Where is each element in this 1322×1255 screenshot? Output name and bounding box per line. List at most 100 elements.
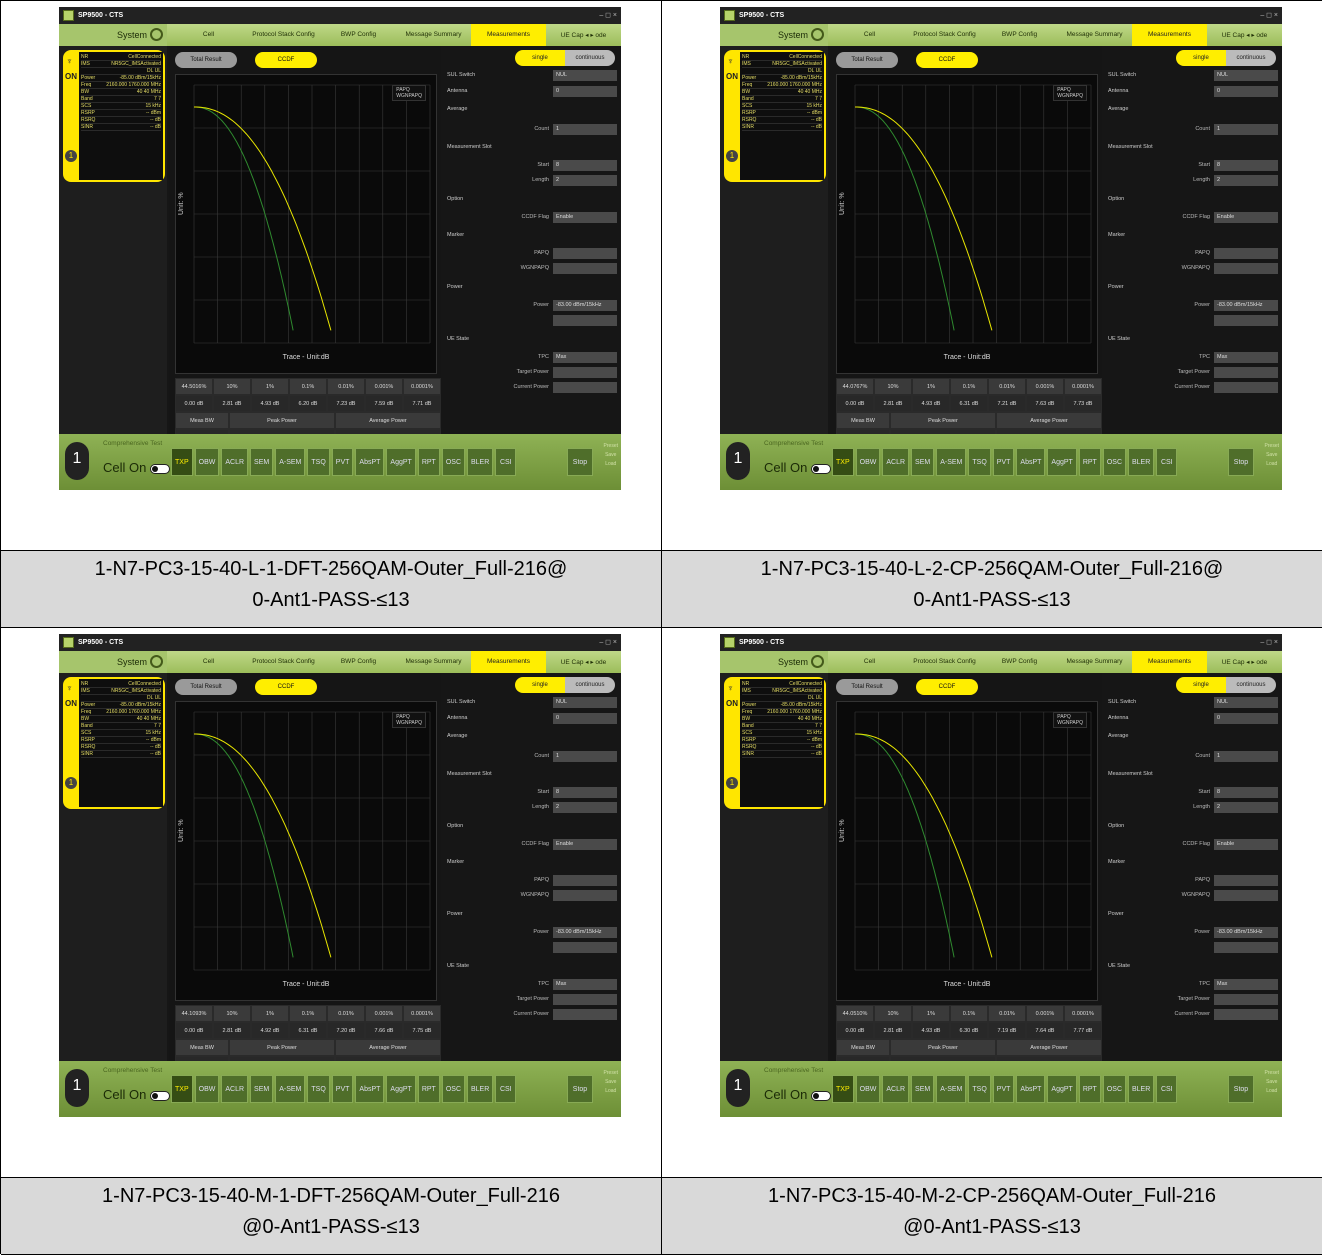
osc-button[interactable]: OSC — [441, 448, 465, 476]
tab-cell[interactable]: Cell — [832, 651, 907, 673]
comprehensive-test-label[interactable]: Comprehensive Test — [103, 1067, 162, 1074]
cell-badge[interactable]: 1 — [65, 442, 89, 480]
bler-button[interactable]: BLER — [467, 1075, 494, 1103]
mode-toggle[interactable]: single continuous — [515, 50, 615, 66]
save-label[interactable]: Save — [1265, 1078, 1279, 1087]
total-result-button[interactable]: Total Result — [836, 52, 898, 68]
tab-protocol-stack-config[interactable]: Protocol Stack Config — [246, 24, 321, 46]
tab-ue-cap-ode[interactable]: UE Cap ◂ ▸ ode — [546, 24, 621, 46]
ccdf-button[interactable]: CCDF — [255, 52, 317, 68]
obw-button[interactable]: OBW — [194, 448, 220, 476]
tab-measurements[interactable]: Measurements — [471, 651, 546, 673]
papq-input[interactable] — [553, 875, 617, 886]
single-option[interactable]: single — [515, 677, 565, 693]
sem-button[interactable]: SEM — [911, 448, 935, 476]
txp-button[interactable]: TXP — [832, 448, 854, 476]
bler-button[interactable]: BLER — [467, 448, 494, 476]
window-controls[interactable]: – ◻ × — [1260, 11, 1278, 19]
obw-button[interactable]: OBW — [855, 1075, 881, 1103]
sem-button[interactable]: SEM — [911, 1075, 935, 1103]
target-power-input[interactable] — [553, 994, 617, 1005]
tsq-button[interactable]: TSQ — [968, 448, 991, 476]
sul-switch-select[interactable]: NUL — [1214, 697, 1278, 708]
aggpt-button[interactable]: AggPT — [386, 448, 416, 476]
cell-on-switch[interactable] — [149, 463, 170, 474]
tab-ue-cap-ode[interactable]: UE Cap ◂ ▸ ode — [1207, 651, 1282, 673]
preset-save-load[interactable]: Preset Save Load — [1265, 1069, 1279, 1096]
load-label[interactable]: Load — [604, 1087, 618, 1096]
preset-label[interactable]: Preset — [1265, 1069, 1279, 1078]
save-label[interactable]: Save — [604, 1078, 618, 1087]
power-unit-select[interactable] — [1214, 315, 1278, 326]
tpc-select[interactable]: Max — [553, 979, 617, 990]
single-option[interactable]: single — [515, 50, 565, 66]
osc-button[interactable]: OSC — [1102, 448, 1126, 476]
papq-input[interactable] — [1214, 248, 1278, 259]
tab-ue-cap-ode[interactable]: UE Cap ◂ ▸ ode — [546, 651, 621, 673]
wgnpapq-input[interactable] — [1214, 890, 1278, 901]
pvt-button[interactable]: PVT — [331, 1075, 354, 1103]
load-label[interactable]: Load — [1265, 1087, 1279, 1096]
system-button[interactable]: System — [720, 651, 828, 673]
csi-button[interactable]: CSI — [495, 448, 517, 476]
wgnpapq-input[interactable] — [553, 263, 617, 274]
count-input[interactable]: 1 — [1214, 751, 1278, 762]
csi-button[interactable]: CSI — [1156, 448, 1178, 476]
tab-bwp-config[interactable]: BWP Config — [321, 24, 396, 46]
tab-protocol-stack-config[interactable]: Protocol Stack Config — [907, 651, 982, 673]
current-power-input[interactable] — [553, 1009, 617, 1020]
txp-button[interactable]: TXP — [832, 1075, 854, 1103]
stop-button[interactable]: Stop — [1228, 1075, 1254, 1103]
load-label[interactable]: Load — [604, 460, 618, 469]
comprehensive-test-label[interactable]: Comprehensive Test — [764, 440, 823, 447]
load-label[interactable]: Load — [1265, 460, 1279, 469]
stop-button[interactable]: Stop — [1228, 448, 1254, 476]
ccdf-button[interactable]: CCDF — [916, 52, 978, 68]
pvt-button[interactable]: PVT — [992, 448, 1015, 476]
window-controls[interactable]: – ◻ × — [1260, 638, 1278, 646]
aggpt-button[interactable]: AggPT — [1047, 448, 1077, 476]
a-sem-button[interactable]: A-SEM — [275, 1075, 306, 1103]
length-input[interactable]: 2 — [553, 802, 617, 813]
ccdf-button[interactable]: CCDF — [916, 679, 978, 695]
pvt-button[interactable]: PVT — [331, 448, 354, 476]
cell-on-switch[interactable] — [810, 1090, 831, 1101]
sul-switch-select[interactable]: NUL — [1214, 70, 1278, 81]
ccdf-flag-select[interactable]: Enable — [553, 839, 617, 850]
length-input[interactable]: 2 — [1214, 175, 1278, 186]
tab-measurements[interactable]: Measurements — [471, 24, 546, 46]
obw-button[interactable]: OBW — [855, 448, 881, 476]
cell-badge[interactable]: 1 — [726, 442, 750, 480]
sem-button[interactable]: SEM — [250, 1075, 274, 1103]
power-input[interactable]: -83.00 dBm/15kHz — [553, 927, 617, 938]
total-result-button[interactable]: Total Result — [836, 679, 898, 695]
obw-button[interactable]: OBW — [194, 1075, 220, 1103]
save-label[interactable]: Save — [604, 451, 618, 460]
preset-save-load[interactable]: Preset Save Load — [1265, 442, 1279, 469]
power-input[interactable]: -83.00 dBm/15kHz — [1214, 300, 1278, 311]
tsq-button[interactable]: TSQ — [307, 1075, 330, 1103]
aclr-button[interactable]: ACLR — [221, 1075, 249, 1103]
tpc-select[interactable]: Max — [1214, 979, 1278, 990]
tab-ue-cap-ode[interactable]: UE Cap ◂ ▸ ode — [1207, 24, 1282, 46]
a-sem-button[interactable]: A-SEM — [275, 448, 306, 476]
bler-button[interactable]: BLER — [1128, 448, 1155, 476]
start-input[interactable]: 8 — [553, 787, 617, 798]
power-input[interactable]: -83.00 dBm/15kHz — [1214, 927, 1278, 938]
sul-switch-select[interactable]: NUL — [553, 697, 617, 708]
target-power-input[interactable] — [1214, 367, 1278, 378]
sul-switch-select[interactable]: NUL — [553, 70, 617, 81]
pvt-button[interactable]: PVT — [992, 1075, 1015, 1103]
csi-button[interactable]: CSI — [495, 1075, 517, 1103]
rpt-button[interactable]: RPT — [417, 1075, 440, 1103]
tab-cell[interactable]: Cell — [171, 24, 246, 46]
papq-input[interactable] — [553, 248, 617, 259]
sem-button[interactable]: SEM — [250, 448, 274, 476]
total-result-button[interactable]: Total Result — [175, 679, 237, 695]
stop-button[interactable]: Stop — [567, 1075, 593, 1103]
power-unit-select[interactable] — [553, 315, 617, 326]
a-sem-button[interactable]: A-SEM — [936, 1075, 967, 1103]
tab-bwp-config[interactable]: BWP Config — [982, 651, 1057, 673]
tab-message-summary[interactable]: Message Summary — [1057, 651, 1132, 673]
cell-on-toggle[interactable]: Cell On — [103, 1087, 170, 1102]
